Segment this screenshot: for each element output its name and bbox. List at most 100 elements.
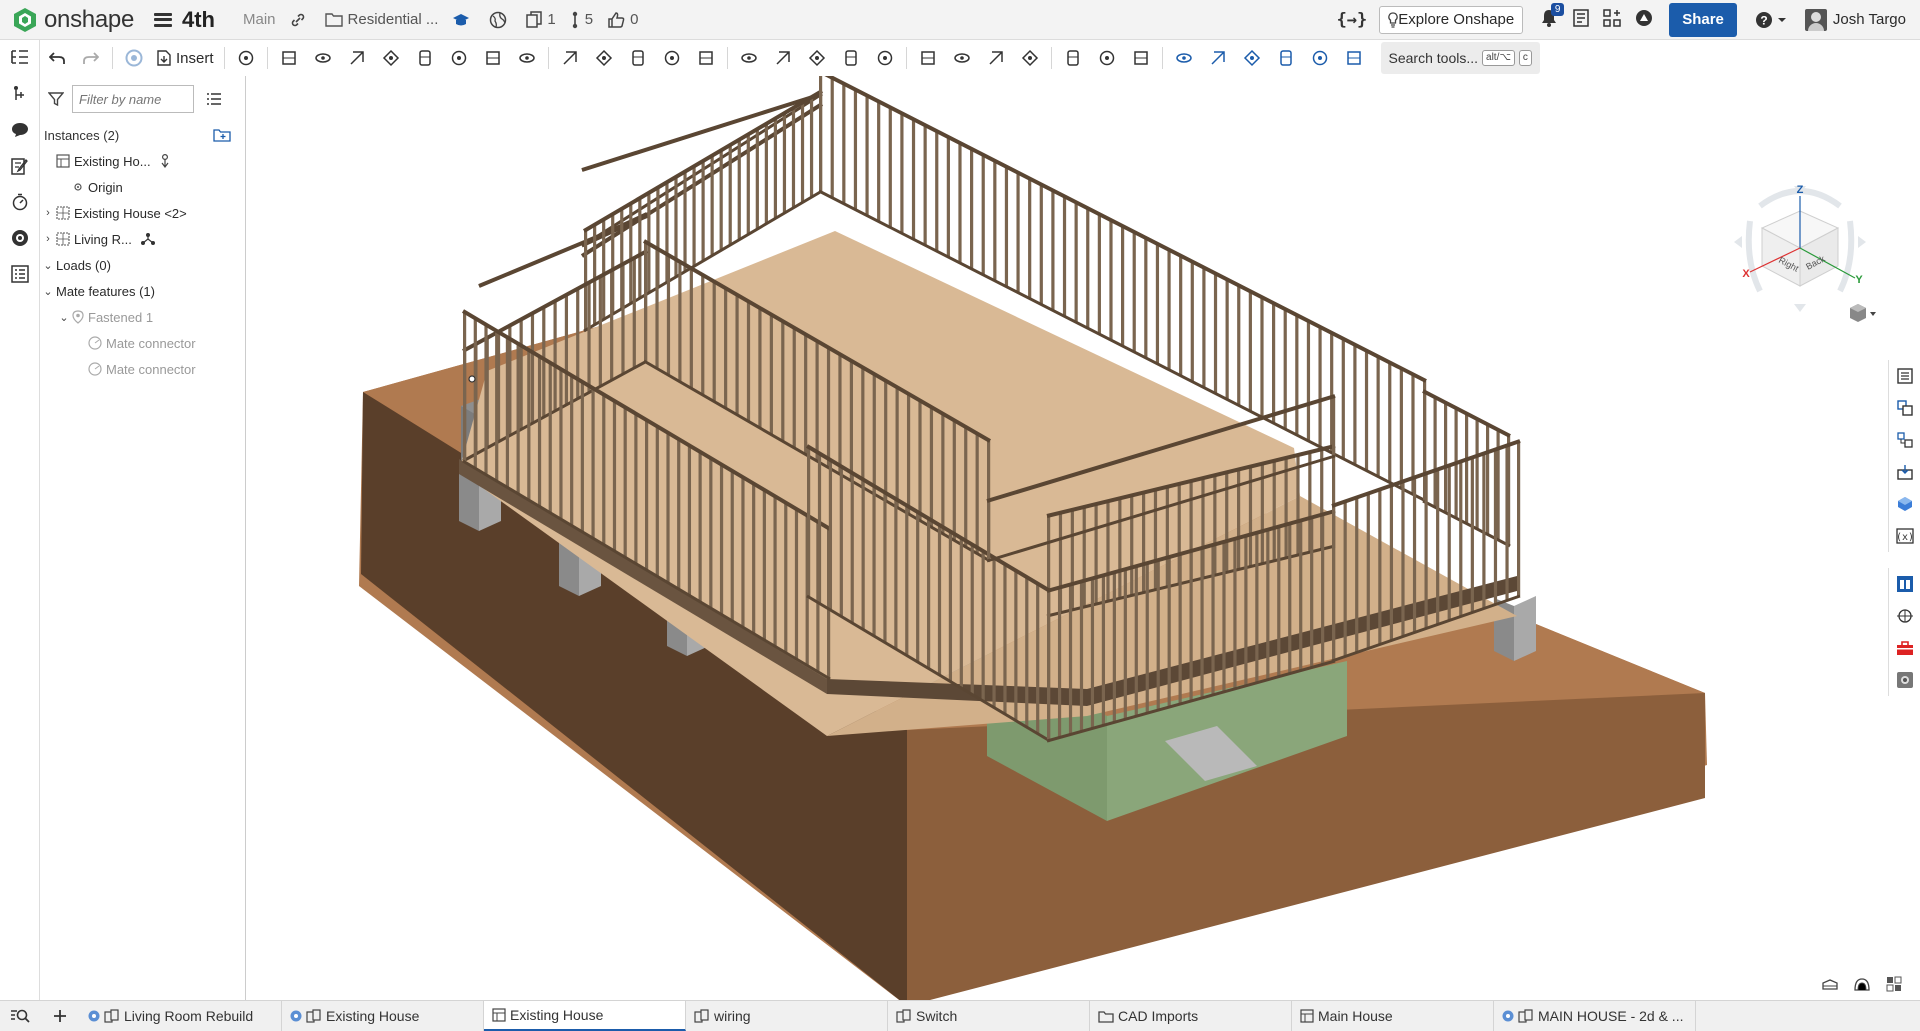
rotate-view-button[interactable] — [1167, 42, 1201, 74]
expand-chevron-icon[interactable]: ⌄ — [56, 311, 72, 324]
orbit-button[interactable] — [1201, 42, 1235, 74]
planar-mate-button[interactable] — [374, 42, 408, 74]
variables-button[interactable] — [1124, 42, 1158, 74]
variables-panel-button[interactable]: (x) — [1888, 520, 1920, 552]
filter-icon[interactable] — [48, 91, 64, 107]
user-menu[interactable]: Josh Targo — [1804, 8, 1906, 31]
toolbox-button[interactable] — [1888, 632, 1920, 664]
document-list-button[interactable] — [1573, 9, 1589, 30]
tangent-mate-button[interactable] — [553, 42, 587, 74]
create-folder-icon[interactable] — [213, 128, 231, 142]
display-states-button[interactable] — [1878, 974, 1910, 994]
replicate-button[interactable] — [655, 42, 689, 74]
instance-list-button[interactable] — [0, 40, 40, 76]
tab-existing-house[interactable]: Existing House — [484, 1001, 686, 1031]
tab-existing-house[interactable]: Existing House — [282, 1001, 484, 1031]
share-button[interactable]: Share — [1669, 2, 1737, 37]
folder-breadcrumb[interactable]: Residential ... — [324, 11, 438, 28]
slider-mate-button[interactable] — [340, 42, 374, 74]
assembly-origin-marker[interactable] — [468, 375, 476, 383]
zoom-button[interactable] — [1269, 42, 1303, 74]
fastened-mate-button[interactable] — [272, 42, 306, 74]
variables-button[interactable]: {→} — [1337, 10, 1368, 30]
screw-relation-button[interactable] — [979, 42, 1013, 74]
properties-panel-button[interactable] — [1888, 360, 1920, 392]
mirror-button[interactable] — [766, 42, 800, 74]
section-view-button[interactable] — [1814, 974, 1846, 994]
render-mode-button[interactable] — [1846, 974, 1878, 994]
measure-button[interactable] — [1056, 42, 1090, 74]
rack-pinion-button[interactable] — [945, 42, 979, 74]
tree-item[interactable]: Mate connector — [40, 330, 245, 356]
gear-relation-button[interactable] — [911, 42, 945, 74]
tree-item[interactable]: ⌄ Mate features (1) — [40, 278, 245, 304]
show-button[interactable] — [1337, 42, 1371, 74]
pin-slot-mate-button[interactable] — [442, 42, 476, 74]
expand-chevron-icon[interactable]: › — [40, 207, 56, 219]
expand-chevron-icon[interactable]: ⌄ — [40, 285, 56, 298]
graphics-viewport[interactable]: Z X Y Right Back — [247, 76, 1920, 1000]
copies-button[interactable]: 1 — [526, 11, 556, 28]
menu-icon[interactable] — [154, 12, 172, 27]
appearance-button[interactable] — [1888, 488, 1920, 520]
tree-item[interactable]: › Living R... — [40, 226, 245, 252]
circular-pattern-button[interactable] — [732, 42, 766, 74]
public-button[interactable] — [489, 11, 512, 29]
pan-button[interactable] — [1235, 42, 1269, 74]
view-cube[interactable]: Z X Y Right Back — [1720, 166, 1880, 336]
versions-button[interactable]: 5 — [570, 11, 593, 29]
add-tab-button[interactable] — [40, 1009, 80, 1023]
explode-button[interactable] — [834, 42, 868, 74]
transform-button[interactable] — [800, 42, 834, 74]
cylindrical-mate-button[interactable] — [408, 42, 442, 74]
display-states-button[interactable] — [868, 42, 902, 74]
explore-onshape-button[interactable]: Explore Onshape — [1379, 5, 1524, 34]
expand-chevron-icon[interactable]: ⌄ — [40, 259, 56, 272]
tree-item[interactable]: ⌄ Fastened 1 — [40, 304, 245, 330]
learning-center-button[interactable] — [1635, 9, 1653, 30]
link-button[interactable] — [290, 12, 311, 28]
comments-button[interactable] — [0, 112, 40, 148]
tab-switch[interactable]: Switch — [888, 1001, 1090, 1031]
tree-item[interactable]: ⌄ Loads (0) — [40, 252, 245, 278]
animation-button[interactable] — [0, 184, 40, 220]
tree-item[interactable]: Mate connector — [40, 356, 245, 382]
linear-relation-button[interactable] — [1013, 42, 1047, 74]
insert-button[interactable]: Insert — [151, 50, 220, 67]
tab-search-button[interactable] — [0, 1008, 40, 1024]
ball-mate-button[interactable] — [476, 42, 510, 74]
tab-main-house-2d[interactable]: MAIN HOUSE - 2d & ... — [1494, 1001, 1696, 1031]
bom-button[interactable] — [0, 256, 40, 292]
filter-input[interactable] — [72, 85, 194, 113]
like-button[interactable]: 0 — [607, 11, 638, 29]
document-name[interactable]: 4th — [182, 7, 215, 33]
app-store-button[interactable] — [1603, 9, 1621, 30]
section-button[interactable] — [1090, 42, 1124, 74]
branch-name[interactable]: Main — [243, 11, 276, 28]
standard-content-button[interactable] — [1888, 568, 1920, 600]
redo-button[interactable] — [74, 42, 108, 74]
insert-panel-button[interactable] — [1888, 456, 1920, 488]
parts-panel-button[interactable] — [1888, 392, 1920, 424]
undo-button[interactable] — [40, 42, 74, 74]
tab-cad-imports[interactable]: CAD Imports — [1090, 1001, 1292, 1031]
list-view-icon[interactable] — [206, 92, 222, 106]
tab-living-room-rebuild[interactable]: Living Room Rebuild — [80, 1001, 282, 1031]
tab-main-house[interactable]: Main House — [1292, 1001, 1494, 1031]
tab-wiring[interactable]: wiring — [686, 1001, 888, 1031]
expand-chevron-icon[interactable]: › — [40, 233, 56, 245]
house-framing-model[interactable] — [247, 76, 1920, 1000]
education-button[interactable] — [452, 12, 475, 28]
configurations-button[interactable] — [1888, 424, 1920, 456]
connection-button[interactable] — [117, 42, 151, 74]
hide-button[interactable] — [1303, 42, 1337, 74]
tree-item[interactable]: Existing Ho... — [40, 148, 245, 174]
onshape-logo[interactable]: onshape — [12, 6, 134, 34]
revolute-mate-button[interactable] — [306, 42, 340, 74]
help-menu[interactable]: ? — [1755, 11, 1787, 29]
search-tools-button[interactable]: Search tools... alt/⌥ c — [1380, 42, 1540, 74]
view-options-icon[interactable] — [1850, 304, 1876, 322]
notifications-button[interactable]: 9 — [1541, 3, 1565, 30]
mate-values-button[interactable] — [1888, 600, 1920, 632]
width-mate-button[interactable] — [587, 42, 621, 74]
